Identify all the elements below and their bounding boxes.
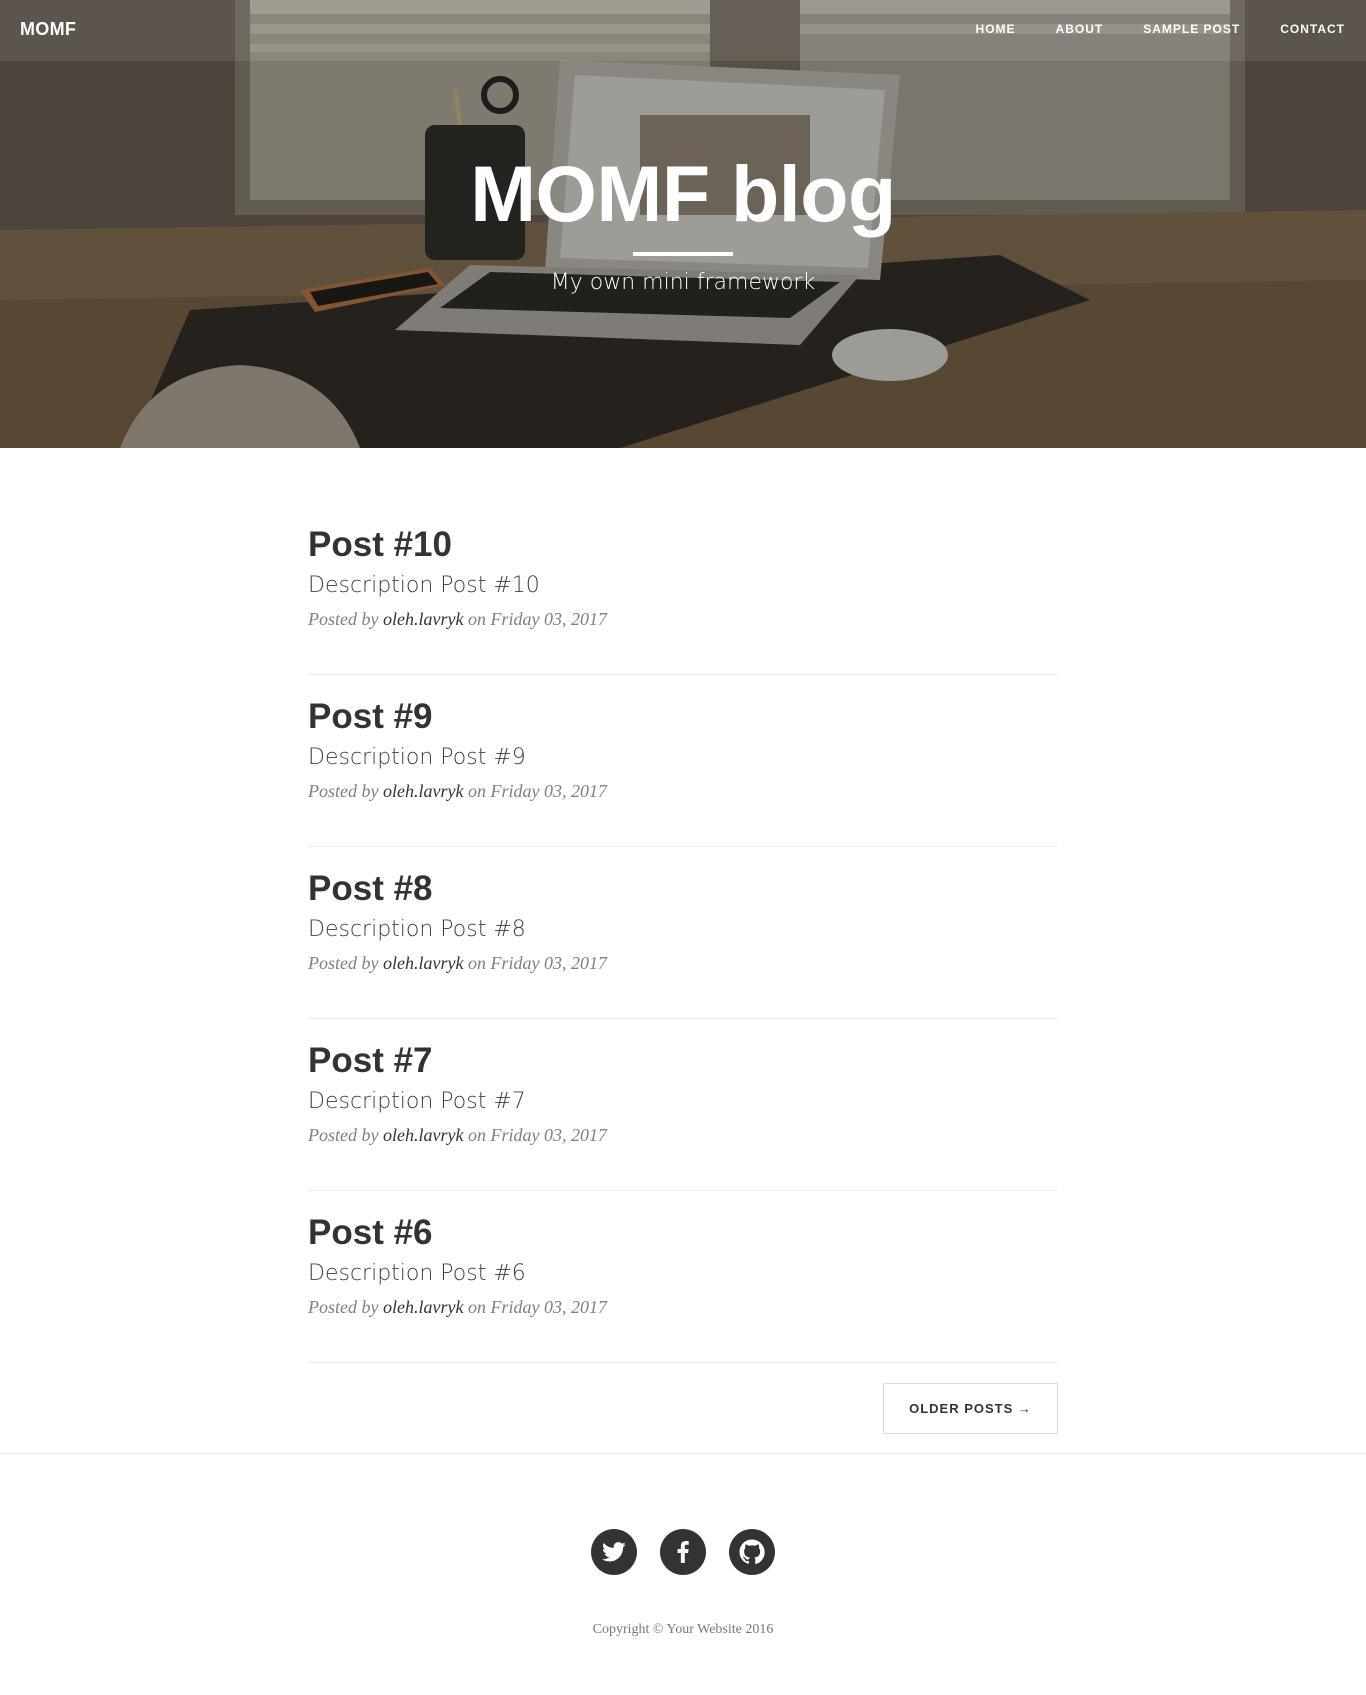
post-date: Friday 03, 2017 <box>490 1125 607 1145</box>
post-title: Post #8 <box>308 869 433 908</box>
post-description: Description Post #10 <box>308 573 540 598</box>
github-icon <box>739 1539 765 1565</box>
post-title: Post #10 <box>308 525 452 564</box>
site-subtitle: My own mini framework <box>550 270 816 295</box>
post-author-link[interactable]: oleh.lavryk <box>383 609 463 629</box>
post-meta: Posted by oleh.lavryk on Friday 03, 2017 <box>308 1122 1058 1148</box>
twitter-icon <box>602 1542 626 1562</box>
post-link[interactable]: Post #8 Description Post #8 <box>308 847 1058 944</box>
post-link[interactable]: Post #7 Description Post #7 <box>308 1019 1058 1116</box>
nav-sample-post[interactable]: Sample Post <box>1143 22 1240 36</box>
title-divider <box>633 252 733 256</box>
post-date: Friday 03, 2017 <box>490 953 607 973</box>
site-title: MOMF blog <box>470 149 896 238</box>
post-meta: Posted by oleh.lavryk on Friday 03, 2017 <box>308 1294 1058 1320</box>
pager: Older Posts → <box>883 1383 1058 1434</box>
post-author-link[interactable]: oleh.lavryk <box>383 1125 463 1145</box>
post-link[interactable]: Post #6 Description Post #6 <box>308 1191 1058 1288</box>
post-list: Post #10 Description Post #10 Posted by … <box>308 503 1058 1434</box>
facebook-icon <box>677 1541 689 1563</box>
copyright: Copyright © Your Website 2016 <box>592 1622 774 1637</box>
nav-links: Home About Sample Post Contact <box>976 22 1345 36</box>
on-label: on <box>467 781 486 801</box>
post-title: Post #7 <box>308 1041 433 1080</box>
on-label: on <box>467 953 486 973</box>
facebook-link[interactable] <box>660 1529 706 1575</box>
post-date: Friday 03, 2017 <box>490 1297 607 1317</box>
nav-about[interactable]: About <box>1056 22 1104 36</box>
post-title: Post #6 <box>308 1213 433 1252</box>
social-links <box>0 1529 1366 1575</box>
post-author-link[interactable]: oleh.lavryk <box>383 1297 463 1317</box>
posted-by-label: Posted by <box>308 609 379 629</box>
on-label: on <box>467 609 486 629</box>
on-label: on <box>467 1297 486 1317</box>
posted-by-label: Posted by <box>308 1297 379 1317</box>
posted-by-label: Posted by <box>308 1125 379 1145</box>
post-link[interactable]: Post #9 Description Post #9 <box>308 675 1058 772</box>
navbar: MOMF Home About Sample Post Contact <box>0 0 1366 61</box>
brand-link[interactable]: MOMF <box>20 19 76 40</box>
github-link[interactable] <box>729 1529 775 1575</box>
hero-header: MOMF Home About Sample Post Contact MOMF… <box>0 0 1366 448</box>
footer: Copyright © Your Website 2016 <box>0 1453 1366 1695</box>
post-description: Description Post #6 <box>308 1261 526 1286</box>
post-preview: Post #10 Description Post #10 Posted by … <box>308 503 1058 675</box>
post-description: Description Post #9 <box>308 745 526 770</box>
on-label: on <box>467 1125 486 1145</box>
site-heading: MOMF blog My own mini framework <box>0 146 1366 295</box>
post-preview: Post #9 Description Post #9 Posted by ol… <box>308 675 1058 847</box>
post-meta: Posted by oleh.lavryk on Friday 03, 2017 <box>308 606 1058 632</box>
post-author-link[interactable]: oleh.lavryk <box>383 781 463 801</box>
post-preview: Post #7 Description Post #7 Posted by ol… <box>308 1019 1058 1191</box>
post-author-link[interactable]: oleh.lavryk <box>383 953 463 973</box>
nav-contact[interactable]: Contact <box>1280 22 1345 36</box>
post-title: Post #9 <box>308 697 433 736</box>
post-preview: Post #8 Description Post #8 Posted by ol… <box>308 847 1058 1019</box>
post-meta: Posted by oleh.lavryk on Friday 03, 2017 <box>308 950 1058 976</box>
post-description: Description Post #8 <box>308 917 526 942</box>
post-meta: Posted by oleh.lavryk on Friday 03, 2017 <box>308 778 1058 804</box>
nav-home[interactable]: Home <box>976 22 1016 36</box>
twitter-link[interactable] <box>591 1529 637 1575</box>
post-preview: Post #6 Description Post #6 Posted by ol… <box>308 1191 1058 1363</box>
post-date: Friday 03, 2017 <box>490 609 607 629</box>
post-link[interactable]: Post #10 Description Post #10 <box>308 503 1058 600</box>
older-posts-button[interactable]: Older Posts → <box>883 1383 1058 1434</box>
posted-by-label: Posted by <box>308 953 379 973</box>
posted-by-label: Posted by <box>308 781 379 801</box>
post-description: Description Post #7 <box>308 1089 526 1114</box>
post-date: Friday 03, 2017 <box>490 781 607 801</box>
